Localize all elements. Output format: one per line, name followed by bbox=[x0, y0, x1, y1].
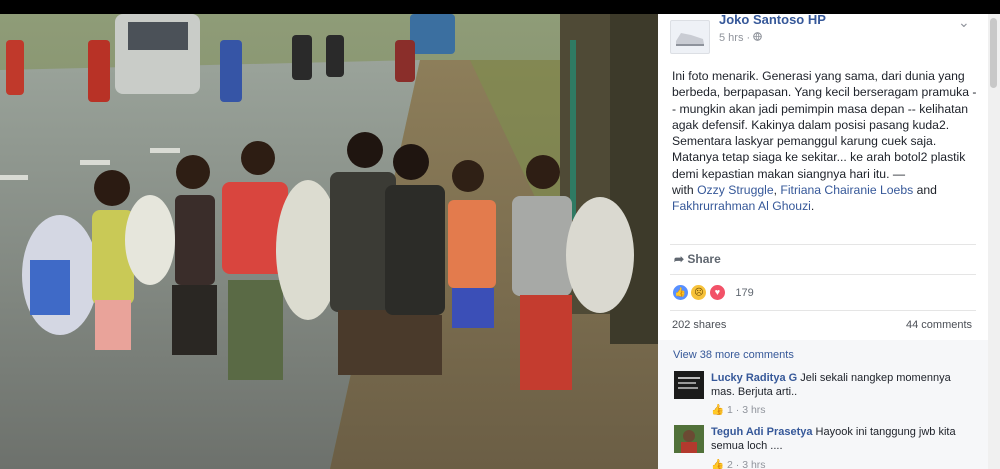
with-prefix: with bbox=[672, 183, 694, 198]
comments-count[interactable]: 44 comments bbox=[906, 319, 972, 331]
comment-like-icon[interactable]: 👍 bbox=[711, 404, 724, 416]
shares-count[interactable]: 202 shares bbox=[672, 319, 726, 331]
sad-reaction-icon: ☹ bbox=[690, 284, 708, 302]
author-avatar[interactable] bbox=[670, 20, 710, 54]
street-children-photo bbox=[0, 0, 658, 469]
tag-ozzy-struggle[interactable]: Ozzy Struggle bbox=[697, 183, 774, 197]
tag-fitriana[interactable]: Fitriana Chairanie Loebs bbox=[780, 183, 913, 197]
share-icon: ➦ bbox=[674, 252, 685, 266]
comments-section: View 38 more comments Lucky Raditya G Je… bbox=[658, 340, 988, 469]
post-photo[interactable] bbox=[0, 0, 658, 469]
commenter-name[interactable]: Teguh Adi Prasetya bbox=[711, 426, 812, 438]
like-reaction-icon: 👍 bbox=[672, 284, 689, 302]
reaction-count[interactable]: 179 bbox=[735, 287, 753, 299]
post-meta: 5 hrs · bbox=[719, 32, 763, 44]
post-body: Ini foto menarik. Generasi yang sama, da… bbox=[672, 69, 977, 181]
globe-icon bbox=[753, 32, 763, 44]
commenter-avatar[interactable] bbox=[674, 425, 704, 453]
post-options-chevron-icon[interactable]: ⌄ bbox=[958, 14, 970, 31]
love-reaction-icon: ♥ bbox=[708, 284, 726, 302]
shoe-icon bbox=[676, 33, 704, 46]
tag-and: and bbox=[913, 183, 937, 198]
post-text: Ini foto menarik. Generasi yang sama, da… bbox=[672, 69, 977, 214]
scrollbar[interactable] bbox=[988, 14, 1000, 469]
comment-like-count: 2 bbox=[727, 459, 733, 469]
reactions-bar[interactable]: 👍 ☹ ♥ 179 bbox=[672, 284, 754, 302]
divider bbox=[670, 310, 976, 311]
view-more-comments-link[interactable]: View 38 more comments bbox=[673, 349, 794, 361]
share-label: Share bbox=[687, 252, 721, 266]
tag-fakhrurrahman[interactable]: Fakhrurrahman Al Ghouzi bbox=[672, 199, 811, 213]
post-time[interactable]: 5 hrs bbox=[719, 32, 743, 44]
comment-like-count: 1 bbox=[727, 404, 733, 416]
scrollbar-thumb[interactable] bbox=[990, 18, 997, 88]
comment-time[interactable]: 3 hrs bbox=[742, 459, 765, 469]
comment-like-icon[interactable]: 👍 bbox=[711, 459, 724, 469]
commenter-name[interactable]: Lucky Raditya G bbox=[711, 372, 797, 384]
share-button[interactable]: ➦ Share bbox=[674, 252, 721, 266]
comment-time[interactable]: 3 hrs bbox=[742, 404, 765, 416]
comment-meta: 👍 2 · 3 hrs bbox=[711, 458, 766, 469]
divider bbox=[670, 274, 976, 275]
comment-meta: 👍 1 · 3 hrs bbox=[711, 403, 766, 416]
commenter-avatar[interactable] bbox=[674, 371, 704, 399]
comment-body: Teguh Adi Prasetya Hayook ini tanggung j… bbox=[711, 425, 976, 453]
post-author[interactable]: Joko Santoso HP bbox=[719, 14, 826, 27]
post-panel: Joko Santoso HP 5 hrs · ⌄ Ini foto menar… bbox=[658, 14, 988, 469]
comment-body: Lucky Raditya G Jeli sekali nangkep mome… bbox=[711, 371, 976, 399]
divider bbox=[670, 244, 976, 245]
post-header: Joko Santoso HP 5 hrs · ⌄ bbox=[658, 14, 988, 58]
